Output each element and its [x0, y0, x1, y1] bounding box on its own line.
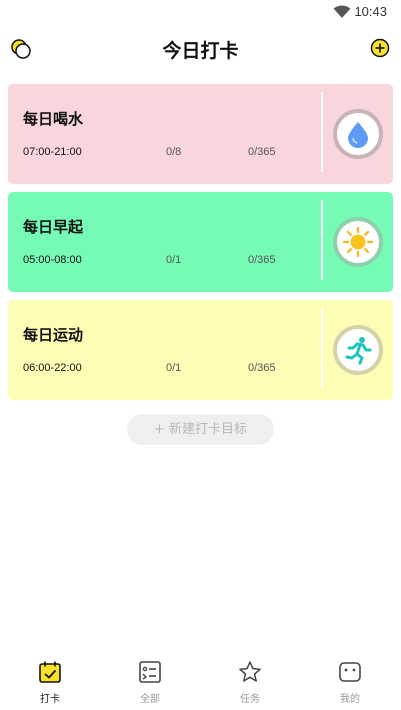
habit-icon-button[interactable] [333, 325, 383, 375]
new-goal-button[interactable]: + 新建打卡目标 [127, 414, 274, 445]
habit-icon-button[interactable] [333, 109, 383, 159]
tab-label: 全部 [140, 694, 160, 705]
habit-year-total: 0/365 [248, 362, 276, 374]
tab-tasks[interactable]: 任务 [200, 656, 300, 710]
tab-label: 任务 [240, 694, 260, 705]
habit-card[interactable]: 每日喝水 07:00-21:00 0/8 0/365 [8, 84, 393, 184]
sun-icon [342, 226, 374, 258]
header: 今日打卡 [0, 26, 401, 72]
habit-card[interactable]: 每日早起 05:00-08:00 0/1 0/365 [8, 192, 393, 292]
card-divider [321, 308, 323, 388]
card-divider [321, 200, 323, 280]
running-icon [345, 337, 372, 365]
face-icon [339, 662, 361, 682]
tab-me[interactable]: 我的 [300, 656, 400, 710]
tab-all[interactable]: 全部 [100, 656, 200, 710]
star-icon [239, 661, 261, 682]
add-circle-icon[interactable] [370, 38, 390, 58]
card-divider [321, 92, 323, 172]
habit-card[interactable]: 每日运动 06:00-22:00 0/1 0/365 [8, 300, 393, 400]
habit-today-count: 0/1 [166, 254, 182, 266]
calendar-check-icon [39, 661, 61, 683]
habit-year-total: 0/365 [248, 254, 276, 266]
page-title: 今日打卡 [162, 40, 239, 62]
habit-year-total: 0/365 [248, 146, 276, 158]
habit-icon-button[interactable] [333, 217, 383, 267]
water-drop-icon [348, 122, 368, 148]
status-time: 10:43 [354, 4, 387, 19]
wifi-icon [333, 5, 351, 18]
tab-checkin[interactable]: 打卡 [0, 656, 100, 710]
list-icon [139, 661, 161, 683]
bottom-tab-bar: 打卡 全部 任务 我的 [0, 656, 401, 710]
tab-label: 我的 [340, 694, 360, 705]
habit-today-count: 0/1 [166, 362, 182, 374]
habit-time-range: 05:00-08:00 [23, 254, 82, 266]
tab-label: 打卡 [40, 694, 60, 705]
habit-time-range: 07:00-21:00 [23, 146, 82, 158]
habit-name: 每日早起 [23, 218, 84, 236]
habit-time-range: 06:00-22:00 [23, 362, 82, 374]
habit-name: 每日运动 [23, 326, 84, 344]
habit-name: 每日喝水 [23, 110, 84, 128]
habit-today-count: 0/8 [166, 146, 182, 158]
status-bar: 10:43 [0, 0, 401, 26]
